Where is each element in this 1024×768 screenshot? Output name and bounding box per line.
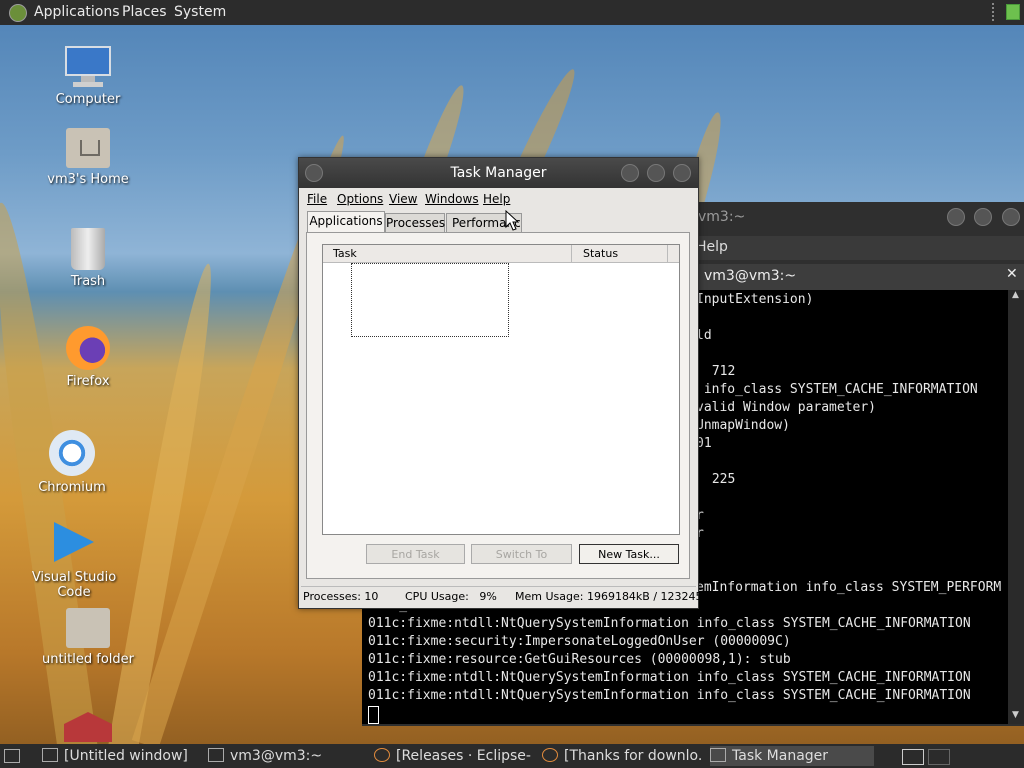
firefox-icon — [66, 326, 110, 370]
desktop-icon-computer[interactable]: Computer — [38, 46, 138, 107]
desktop: Applications Places System Computer vm3'… — [0, 0, 1024, 768]
task-manager-window[interactable]: Task Manager File Options View Windows H… — [298, 157, 730, 609]
computer-icon — [65, 46, 111, 88]
minimize-button[interactable] — [947, 208, 965, 226]
tray-indicator-icon[interactable] — [1006, 4, 1020, 20]
terminal-icon — [208, 748, 224, 762]
desktop-icon-label: Chromium — [38, 480, 106, 495]
firefox-icon — [542, 748, 558, 762]
scroll-up-icon[interactable]: ▲ — [1012, 290, 1019, 300]
terminal-tab[interactable]: vm3@vm3:~ — [704, 268, 796, 284]
trash-icon — [71, 228, 105, 270]
menu-options[interactable]: Options — [337, 192, 383, 206]
desktop-icon-firefox[interactable]: Firefox — [38, 326, 138, 389]
status-processes: Processes: 10 — [303, 590, 379, 603]
column-status[interactable]: Status — [583, 247, 618, 260]
task-list[interactable]: Task Status — [322, 244, 680, 535]
desktop-icon-label: Firefox — [66, 374, 110, 389]
taskbar-item-untitled[interactable]: [Untitled window] — [42, 746, 200, 766]
switch-to-button[interactable]: Switch To — [471, 544, 572, 564]
new-task-button[interactable]: New Task... — [579, 544, 679, 564]
desktop-icon-label: Visual Studio Code — [31, 570, 117, 600]
selection-rectangle — [351, 263, 509, 337]
close-button[interactable] — [673, 164, 691, 182]
close-tab-icon[interactable]: ✕ — [1006, 266, 1018, 282]
tab-processes[interactable]: Processes — [385, 213, 445, 233]
firefox-icon — [374, 748, 390, 762]
desktop-icon-trash[interactable]: Trash — [38, 228, 138, 289]
desktop-icon-untitled-folder[interactable]: untitled folder — [38, 608, 138, 667]
task-manager-icon — [710, 748, 726, 762]
folder-icon — [66, 608, 110, 648]
distro-logo-icon[interactable] — [9, 4, 27, 22]
terminal-line: UnmapWindow) — [696, 418, 790, 433]
terminal-line: valid Window parameter) — [696, 400, 877, 415]
task-manager-menubar: File Options View Windows Help — [299, 188, 698, 210]
terminal-line: 011c:fixme:ntdll:NtQuerySystemInformatio… — [368, 616, 971, 631]
top-panel: Applications Places System — [0, 0, 1024, 25]
scroll-down-icon[interactable]: ▼ — [1012, 710, 1019, 720]
applications-panel: Task Status End Task Switch To New Task.… — [306, 232, 690, 579]
terminal-line: 011c:fixme:resource:GetGuiResources (000… — [368, 652, 791, 667]
terminal-title: vm3:~ — [698, 209, 746, 225]
maximize-button[interactable] — [974, 208, 992, 226]
terminal-line: 011c:fixme:security:ImpersonateLoggedOnU… — [368, 634, 791, 649]
terminal-line: InputExtension) — [696, 292, 814, 307]
terminal-scrollbar[interactable]: ▲ ▼ — [1008, 290, 1024, 724]
terminal-line: emInformation info_class SYSTEM_PERFORM — [696, 580, 1002, 595]
workspace-switcher[interactable] — [902, 749, 924, 765]
column-task[interactable]: Task — [333, 247, 357, 260]
menu-applications[interactable]: Applications — [34, 4, 120, 20]
show-desktop-icon[interactable] — [4, 749, 20, 763]
chromium-icon — [49, 430, 95, 476]
menu-places[interactable]: Places — [122, 4, 167, 20]
terminal-line: 011c:fixme:ntdll:NtQuerySystemInformatio… — [368, 688, 971, 703]
panel-separator — [992, 3, 996, 21]
bottom-taskbar: [Untitled window] vm3@vm3:~ [Releases · … — [0, 744, 1024, 768]
task-manager-titlebar[interactable]: Task Manager — [299, 158, 698, 188]
tab-applications[interactable]: Applications — [307, 211, 385, 233]
workspace-switcher[interactable] — [928, 749, 950, 765]
taskbar-label: [Thanks for downlo... — [564, 748, 702, 764]
end-task-button[interactable]: End Task — [366, 544, 465, 564]
desktop-icon-vscode[interactable]: Visual Studio Code — [14, 522, 134, 600]
terminal-line: 011c:fixme:ntdll:NtQuerySystemInformatio… — [368, 670, 971, 685]
menu-system[interactable]: System — [174, 4, 226, 20]
mouse-pointer-icon — [505, 210, 519, 231]
taskbar-item-terminal[interactable]: vm3@vm3:~ — [208, 746, 366, 766]
terminal-cursor — [368, 706, 379, 724]
taskbar-item-eclipse[interactable]: [Releases · Eclipse-... — [374, 746, 532, 766]
taskbar-label: Task Manager — [732, 748, 829, 764]
menu-help[interactable]: Help — [483, 192, 510, 206]
close-button[interactable] — [1002, 208, 1020, 226]
desktop-icon-chromium[interactable]: Chromium — [22, 430, 122, 495]
maximize-button[interactable] — [647, 164, 665, 182]
status-cpu: CPU Usage: 9% — [405, 590, 497, 603]
minimize-button[interactable] — [621, 164, 639, 182]
desktop-icon-label: vm3's Home — [47, 172, 129, 187]
status-bar: Processes: 10 CPU Usage: 9% Mem Usage: 1… — [301, 586, 730, 605]
taskbar-item-task-manager[interactable]: Task Manager — [710, 746, 874, 766]
taskbar-label: [Releases · Eclipse-... — [396, 748, 532, 764]
desktop-icon-label: untitled folder — [41, 652, 134, 667]
vscode-icon — [54, 522, 94, 562]
terminal-line: 225 — [704, 472, 736, 487]
desktop-icon-label: Computer — [55, 92, 121, 107]
status-memory: Mem Usage: 1969184kB / 12324528kB — [515, 590, 731, 603]
desktop-icon-label: Trash — [70, 274, 106, 289]
taskbar-item-thanks[interactable]: [Thanks for downlo... — [542, 746, 702, 766]
menu-view[interactable]: View — [389, 192, 417, 206]
desktop-icon-home[interactable]: vm3's Home — [38, 128, 138, 187]
list-header: Task Status — [323, 245, 679, 263]
terminal-line: 712 — [704, 364, 736, 379]
menu-windows[interactable]: Windows — [425, 192, 479, 206]
terminal-line: info_class SYSTEM_CACHE_INFORMATION — [696, 382, 978, 397]
menu-file[interactable]: File — [307, 192, 327, 206]
home-folder-icon — [66, 128, 110, 168]
taskbar-label: vm3@vm3:~ — [230, 748, 323, 764]
taskbar-label: [Untitled window] — [64, 748, 188, 764]
menu-help[interactable]: Help — [696, 239, 728, 255]
window-icon — [42, 748, 58, 762]
